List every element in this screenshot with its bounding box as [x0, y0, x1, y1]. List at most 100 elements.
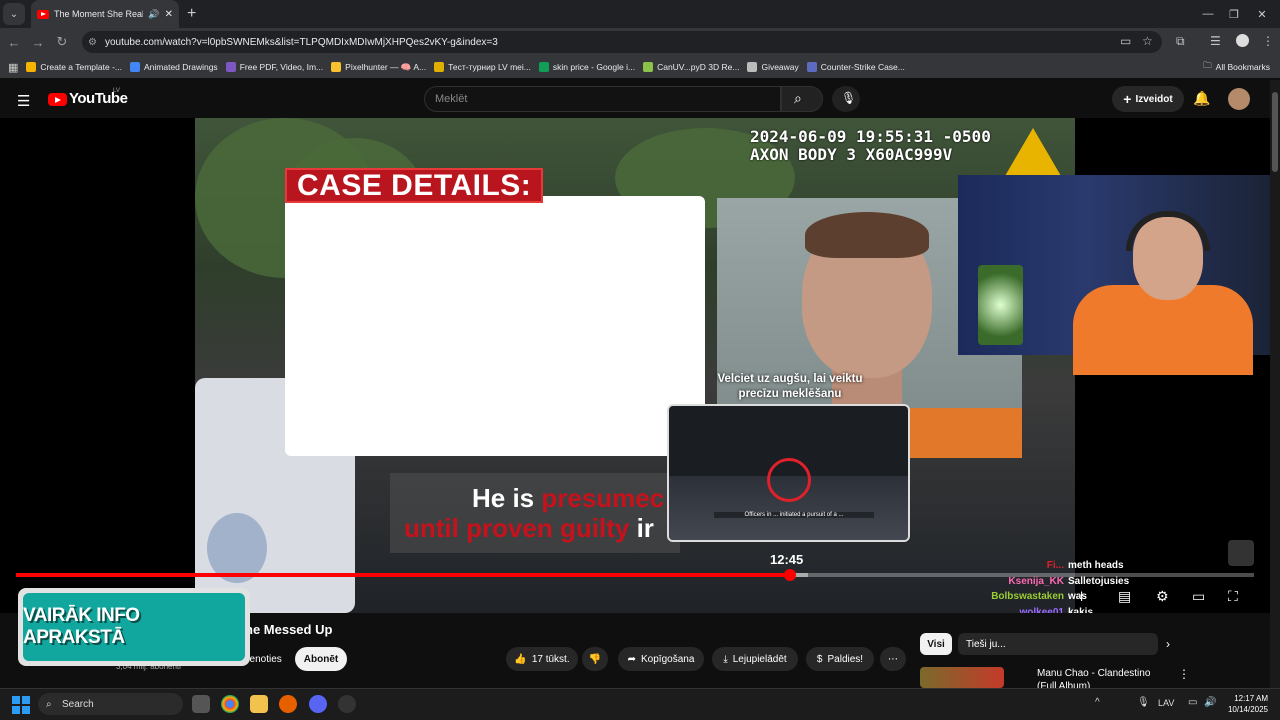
bookmark-list: Create a Template -... Animated Drawings F… [18, 62, 905, 73]
tab-title: The Moment She Realized [54, 9, 144, 19]
clock-date: 10/14/2025 [1227, 705, 1268, 714]
share-arrow-icon: ➦ [627, 653, 636, 665]
notifications-bell-icon[interactable]: 🔔 [1193, 90, 1210, 107]
cast-icon[interactable]: ▭ [1120, 34, 1131, 48]
download-icon: ⤓ [723, 653, 728, 665]
download-button[interactable]: ⤓ Lejupielādēt [712, 647, 798, 671]
url-field[interactable]: ⚙ youtube.com/watch?v=l0pbSWNEMks&list=T… [82, 31, 1162, 53]
download-label: Lejupielādēt [732, 653, 787, 665]
file-explorer-icon[interactable] [250, 695, 268, 713]
bookmark-favicon-icon [806, 62, 817, 72]
back-arrow-icon[interactable]: ← [2, 35, 26, 50]
chat-text: was [1068, 591, 1087, 603]
chip-second[interactable]: Tieši ju... [958, 633, 1158, 655]
discord-icon[interactable] [309, 695, 327, 713]
reload-icon[interactable]: ↻ [50, 34, 74, 50]
preview-caption: Officers in ... initiated a pursuit of a… [714, 512, 874, 518]
language-indicator[interactable]: LAV [1158, 698, 1174, 708]
bookmark-label: CanUV...pyD 3D Re... [657, 62, 740, 72]
reading-list-icon[interactable]: ☰ [1210, 34, 1221, 48]
network-icon[interactable]: ▭ [1188, 697, 1197, 708]
create-label: Izveidot [1135, 93, 1173, 105]
extensions-icon[interactable]: ⧉ [1176, 34, 1185, 49]
obs-icon[interactable] [338, 695, 356, 713]
progress-scrubber[interactable] [783, 569, 796, 581]
profile-avatar[interactable] [1236, 34, 1249, 47]
forward-arrow-icon[interactable]: → [26, 35, 50, 50]
chip-all[interactable]: Visi [920, 633, 952, 655]
case-details-card [285, 196, 705, 456]
close-window-button[interactable]: ✕ [1244, 0, 1280, 28]
tab-close-icon[interactable]: ✕ [165, 9, 173, 20]
firefox-icon[interactable] [279, 695, 297, 713]
chat-username: Ksenija_KK [1008, 575, 1064, 587]
microphone-icon: 🎙 [841, 91, 857, 105]
progress-played [16, 573, 790, 577]
bookmark-label: skin price - Google i... [552, 62, 636, 72]
share-button[interactable]: ➦ Kopīgošana [618, 647, 704, 671]
bookmark-star-icon[interactable]: ☆ [1142, 34, 1153, 48]
recommendation-thumbnail[interactable] [920, 667, 1004, 688]
bookmark-label: Create a Template -... [40, 62, 122, 72]
tab-search-button[interactable]: ⌄ [3, 3, 25, 25]
region-code: LV [113, 88, 120, 94]
search-input[interactable]: Meklēt [424, 86, 781, 112]
bodycam-datetime: 2024-06-09 19:55:31 -0500 [750, 127, 991, 146]
bookmarks-bar: ▦ Create a Template -... Animated Drawing… [0, 56, 1280, 78]
volume-icon[interactable]: 🔊 [1204, 697, 1216, 708]
bookmark-item[interactable]: Counter-Strike Case... [806, 62, 905, 73]
seek-preview-thumbnail: Officers in ... initiated a pursuit of a… [667, 404, 910, 542]
clock-time: 12:17 AM [1234, 694, 1268, 703]
bookmark-item[interactable]: Pixelhunter — 🧠 A... [331, 62, 426, 73]
bookmark-item[interactable]: CanUV...pyD 3D Re... [643, 62, 739, 73]
tray-chevron-icon[interactable]: ^ [1095, 697, 1100, 708]
browser-tab[interactable]: The Moment She Realized 🔊 ✕ [31, 0, 179, 28]
search-button[interactable]: ⌕ [781, 86, 823, 112]
bookmark-label: Animated Drawings [143, 62, 218, 72]
dislike-button[interactable]: 👎 [582, 647, 608, 671]
bookmark-favicon-icon [129, 62, 140, 72]
hamburger-menu-icon[interactable]: ☰ [17, 92, 30, 110]
video-player[interactable]: 2024-06-09 19:55:31 -0500 AXON BODY 3 X6… [0, 118, 1280, 613]
axon-logo-icon [1005, 128, 1061, 176]
bookmark-favicon-icon [538, 62, 549, 72]
site-info-icon[interactable]: ⚙ [88, 37, 97, 48]
youtube-logo-icon[interactable] [48, 93, 67, 106]
more-actions-button[interactable]: ⋯ [880, 647, 906, 671]
account-avatar[interactable] [1228, 88, 1250, 110]
like-button[interactable]: 👍 17 tūkst. [506, 647, 578, 671]
bookmark-favicon-icon [643, 62, 654, 72]
bookmark-label: Counter-Strike Case... [820, 62, 905, 72]
apps-grid-icon[interactable]: ▦ [8, 61, 18, 74]
url-text: youtube.com/watch?v=l0pbSWNEMks&list=TLP… [104, 36, 498, 48]
bookmark-item[interactable]: Animated Drawings [129, 62, 218, 73]
search-icon: ⌕ [46, 698, 52, 710]
bookmark-item[interactable]: Giveaway [747, 62, 799, 73]
chrome-icon[interactable] [221, 695, 239, 713]
taskbar-search[interactable]: ⌕ Search [38, 693, 183, 715]
voice-search-button[interactable]: 🎙 [832, 86, 860, 112]
subscribe-button[interactable]: Abonēt [295, 647, 347, 671]
bookmark-item[interactable]: Free PDF, Video, Im... [225, 62, 324, 73]
all-bookmarks-label: All Bookmarks [1215, 62, 1270, 72]
windows-start-icon[interactable] [12, 696, 30, 714]
bookmark-item[interactable]: Тест-турнир LV mei... [434, 62, 531, 73]
all-bookmarks[interactable]: 🗀 All Bookmarks [1203, 60, 1270, 74]
scrollbar-thumb[interactable] [1272, 92, 1278, 172]
create-button[interactable]: + Izveidot [1112, 86, 1184, 112]
chips-next-icon[interactable]: › [1166, 637, 1170, 651]
browser-tab-bar: ⌄ The Moment She Realized 🔊 ✕ + [0, 0, 1280, 28]
bookmark-item[interactable]: Create a Template -... [26, 62, 122, 73]
seek-hint: Velciet uz augšu, lai veiktu precīzu mek… [717, 373, 863, 400]
taskbar-clock[interactable]: 12:17 AM 10/14/2025 [1220, 693, 1268, 715]
task-view-icon[interactable] [192, 695, 210, 713]
tray-mic-icon[interactable]: 🎙 [1137, 697, 1150, 708]
target-circle-icon [767, 458, 811, 502]
browser-menu-icon[interactable]: ⋮ [1262, 34, 1274, 48]
bookmark-item[interactable]: skin price - Google i... [538, 62, 636, 73]
new-tab-button[interactable]: + [187, 5, 196, 23]
plus-icon: + [1123, 91, 1132, 107]
thanks-button[interactable]: $ Paldies! [806, 647, 874, 671]
recommendation-menu-icon[interactable]: ⋮ [1178, 667, 1190, 681]
bookmark-label: Free PDF, Video, Im... [239, 62, 324, 72]
